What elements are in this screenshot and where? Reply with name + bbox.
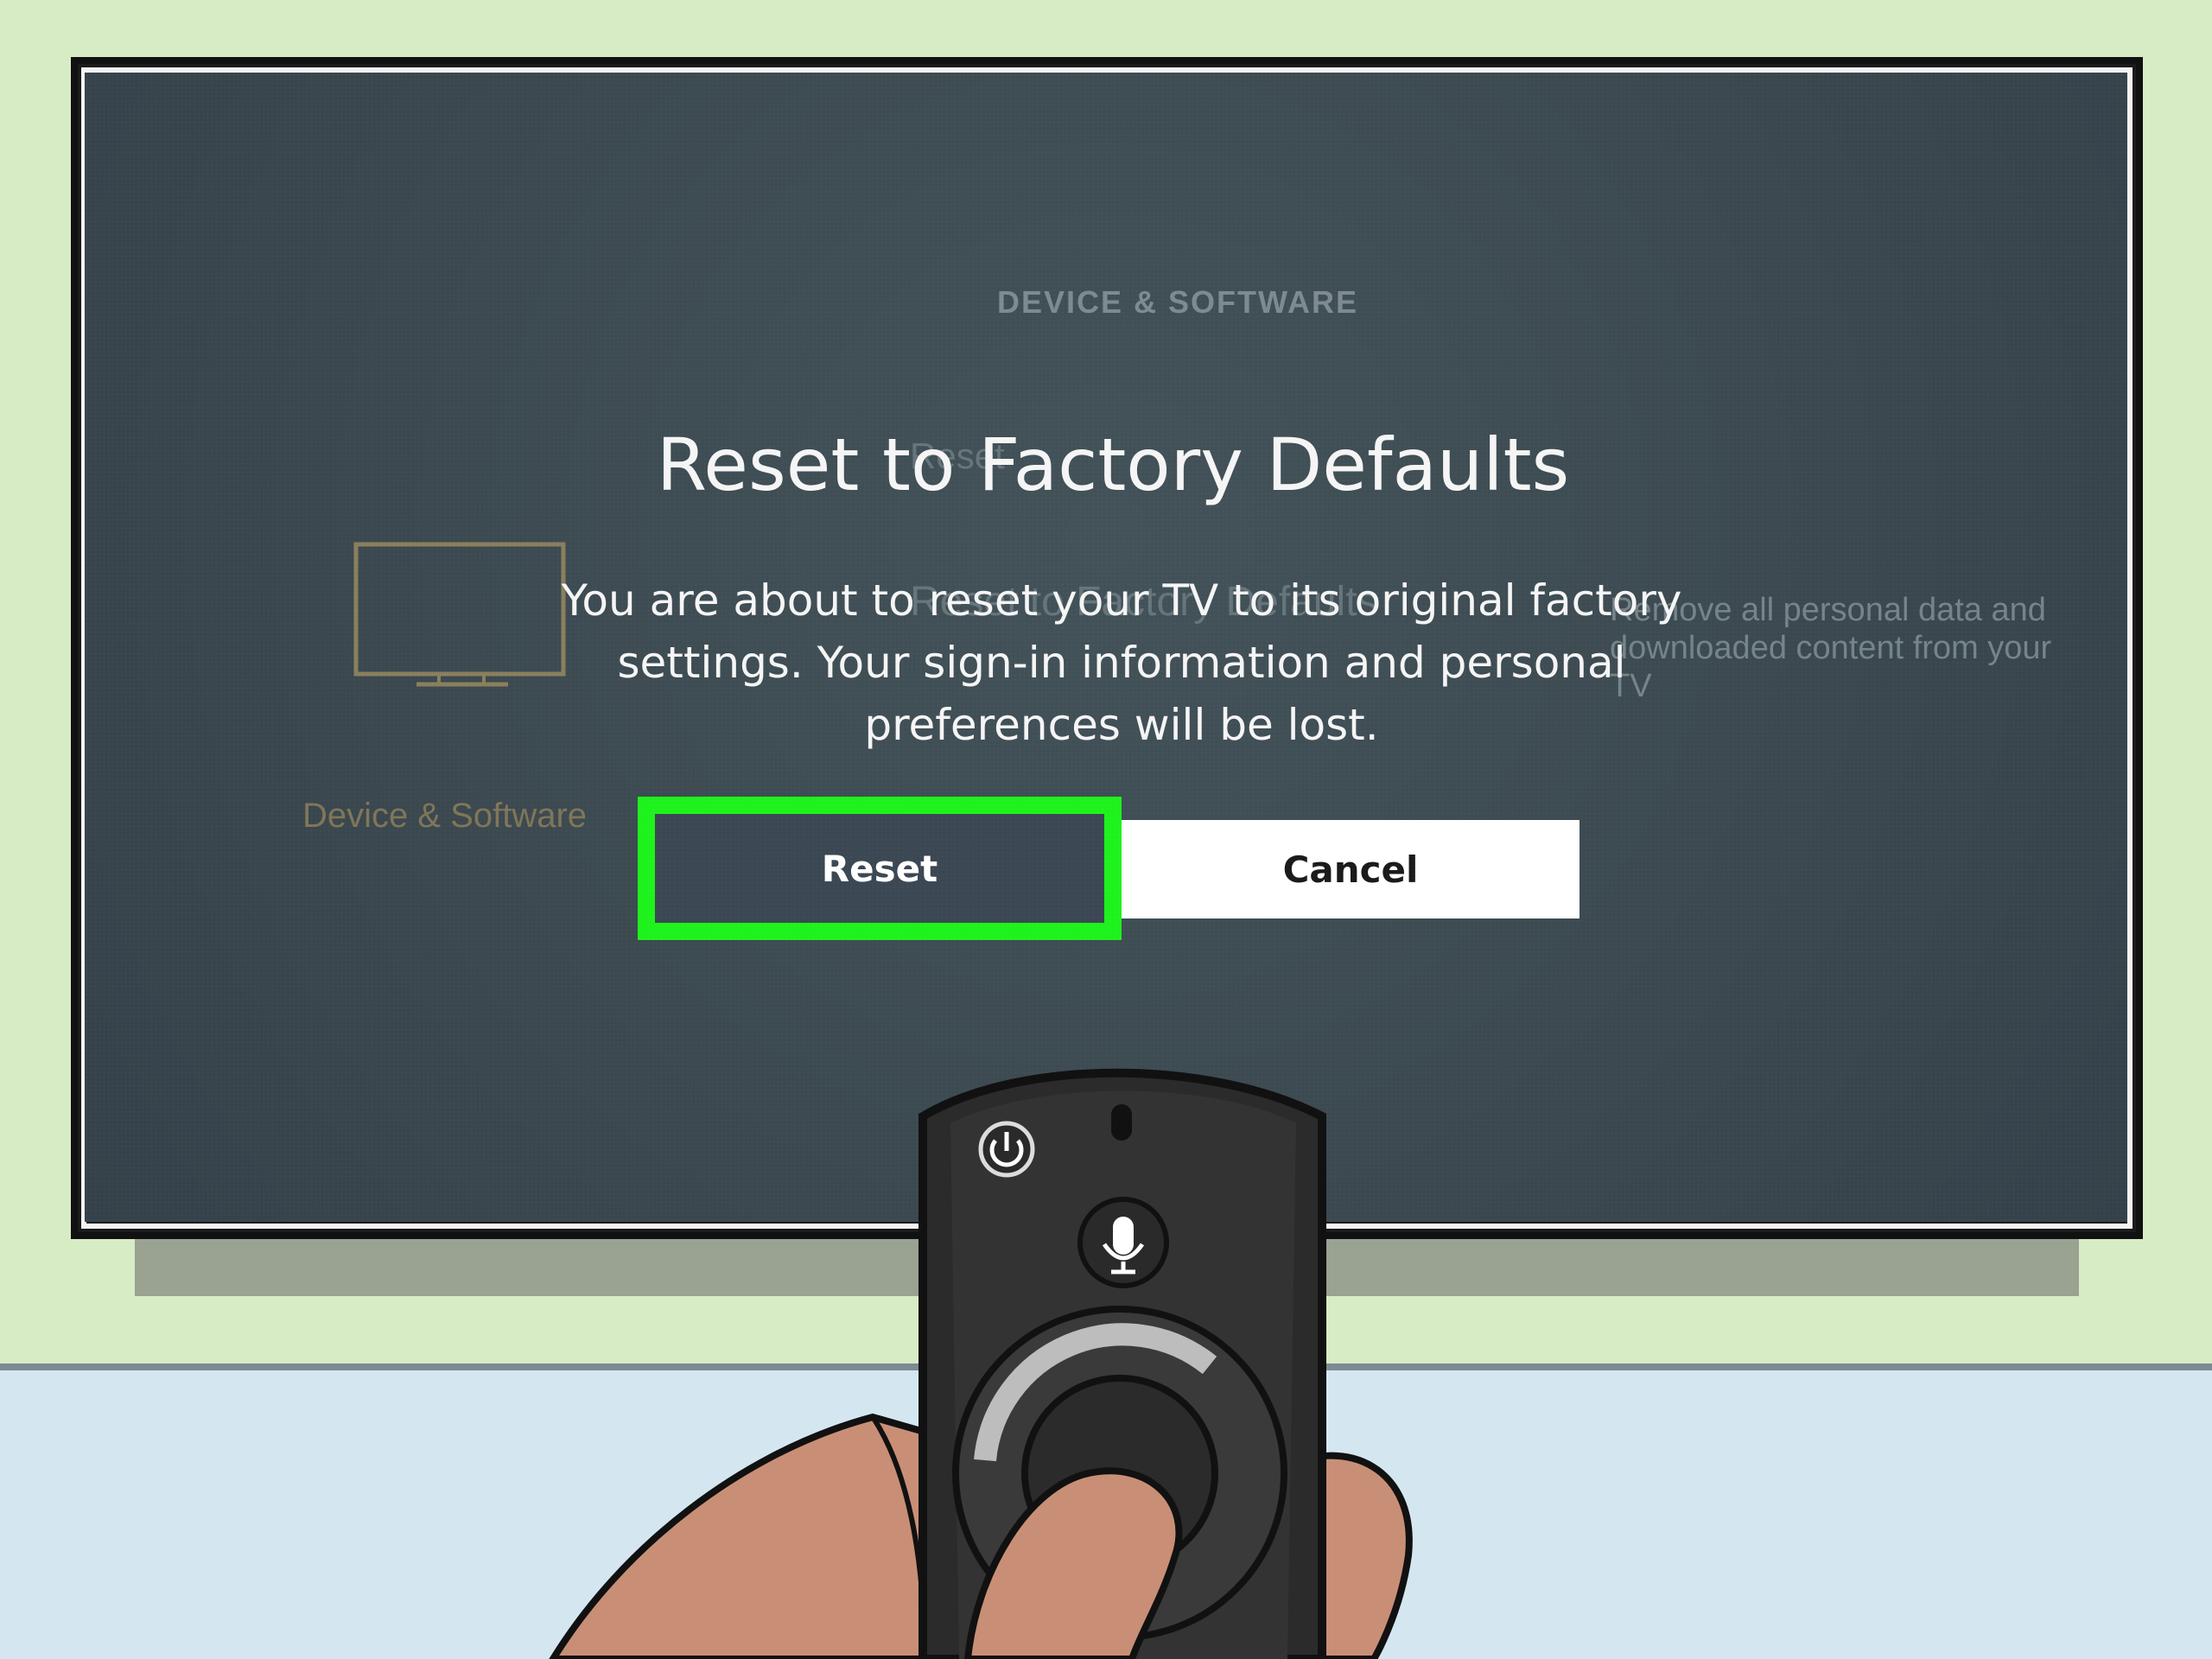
hand-holding-remote bbox=[549, 1068, 1413, 1659]
microphone-icon[interactable] bbox=[1077, 1197, 1169, 1288]
power-icon[interactable] bbox=[978, 1121, 1035, 1178]
scene: DEVICE & SOFTWARE Reset Reset to Factory… bbox=[0, 0, 2212, 1659]
